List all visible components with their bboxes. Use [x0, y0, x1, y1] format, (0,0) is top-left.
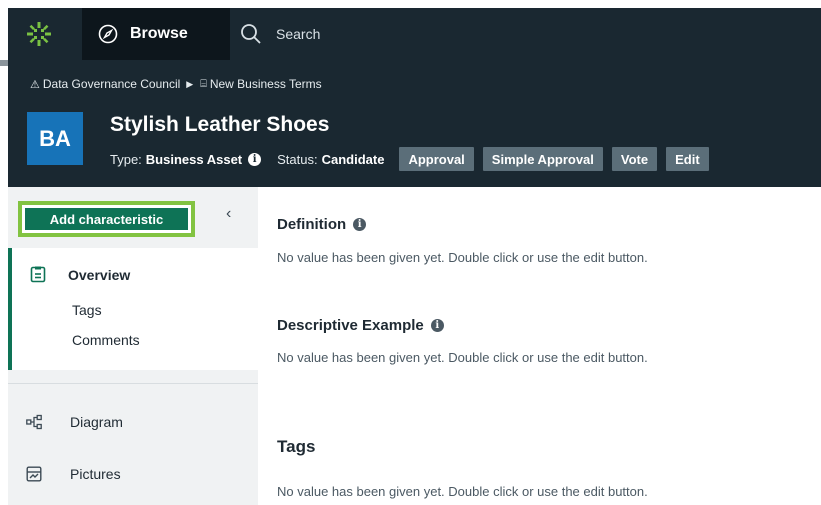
status-label: Status: — [277, 151, 318, 167]
main-content: Definition i No value has been given yet… — [258, 187, 821, 505]
definition-info-icon[interactable]: i — [353, 218, 367, 231]
approval-button[interactable]: Approval — [399, 147, 474, 171]
definition-title: Definition i — [277, 216, 367, 233]
add-characteristic-highlight: Add characteristic — [18, 201, 195, 237]
sidebar-item-overview[interactable]: Overview — [30, 266, 130, 283]
search-placeholder: Search — [276, 26, 321, 42]
breadcrumb-domain[interactable]: New Business Terms — [210, 77, 322, 91]
browse-button[interactable]: Browse — [82, 8, 230, 60]
search-input[interactable]: Search — [240, 8, 820, 60]
overview-icon — [30, 266, 46, 283]
add-characteristic-button[interactable]: Add characteristic — [25, 208, 188, 230]
descriptive-example-title: Descriptive Example i — [277, 317, 444, 334]
definition-value[interactable]: No value has been given yet. Double clic… — [277, 250, 648, 265]
breadcrumb-separator-icon: ▶ — [186, 78, 194, 89]
info-icon[interactable]: i — [248, 152, 262, 166]
sidebar-item-pictures[interactable]: Pictures — [26, 466, 121, 482]
top-navigation-bar: Browse Search — [8, 8, 821, 60]
collapse-sidebar-icon[interactable]: ‹ — [226, 205, 231, 223]
sidebar-item-diagram[interactable]: Diagram — [26, 414, 123, 430]
diagram-icon — [26, 414, 42, 430]
overview-label: Overview — [68, 266, 131, 283]
page-edge-strip — [0, 60, 8, 66]
vote-button[interactable]: Vote — [611, 147, 658, 171]
asset-header: ⚠ Data Governance Council ▶ ⌸ New Busine… — [8, 60, 821, 187]
glossary-icon: ⌸ — [200, 77, 207, 90]
breadcrumb-community[interactable]: Data Governance Council — [43, 77, 180, 91]
tags-title: Tags — [277, 437, 316, 456]
diagram-label: Diagram — [70, 414, 123, 430]
collibra-logo-icon[interactable] — [8, 8, 70, 60]
left-sidebar: Add characteristic ‹ Overview Tags Comme… — [8, 187, 258, 505]
status-value[interactable]: Candidate — [322, 152, 385, 167]
edit-button[interactable]: Edit — [666, 147, 709, 171]
search-icon — [241, 24, 261, 44]
breadcrumb: ⚠ Data Governance Council ▶ ⌸ New Busine… — [30, 77, 322, 91]
type-label: Type: — [110, 151, 142, 167]
overview-nav-group: Overview Tags Comments — [8, 248, 258, 370]
asset-type-badge: BA — [27, 112, 83, 165]
asset-title: Stylish Leather Shoes — [110, 113, 330, 136]
descriptive-example-info-icon[interactable]: i — [430, 319, 444, 332]
type-value[interactable]: Business Asset — [146, 152, 242, 167]
sidebar-item-comments[interactable]: Comments — [72, 332, 140, 348]
browse-label: Browse — [130, 25, 188, 42]
compass-icon — [98, 24, 118, 44]
descriptive-example-title-text: Descriptive Example — [277, 317, 424, 334]
pictures-label: Pictures — [70, 466, 121, 482]
pictures-icon — [26, 466, 42, 482]
descriptive-example-value[interactable]: No value has been given yet. Double clic… — [277, 350, 648, 365]
community-icon: ⚠ — [30, 78, 40, 91]
asset-meta-row: Type: Business Asset i Status: Candidate… — [110, 146, 709, 172]
tags-value[interactable]: No value has been given yet. Double clic… — [277, 484, 648, 499]
sidebar-item-tags[interactable]: Tags — [72, 302, 102, 318]
sidebar-divider — [8, 383, 258, 384]
simple-approval-button[interactable]: Simple Approval — [482, 147, 603, 171]
definition-title-text: Definition — [277, 216, 347, 233]
